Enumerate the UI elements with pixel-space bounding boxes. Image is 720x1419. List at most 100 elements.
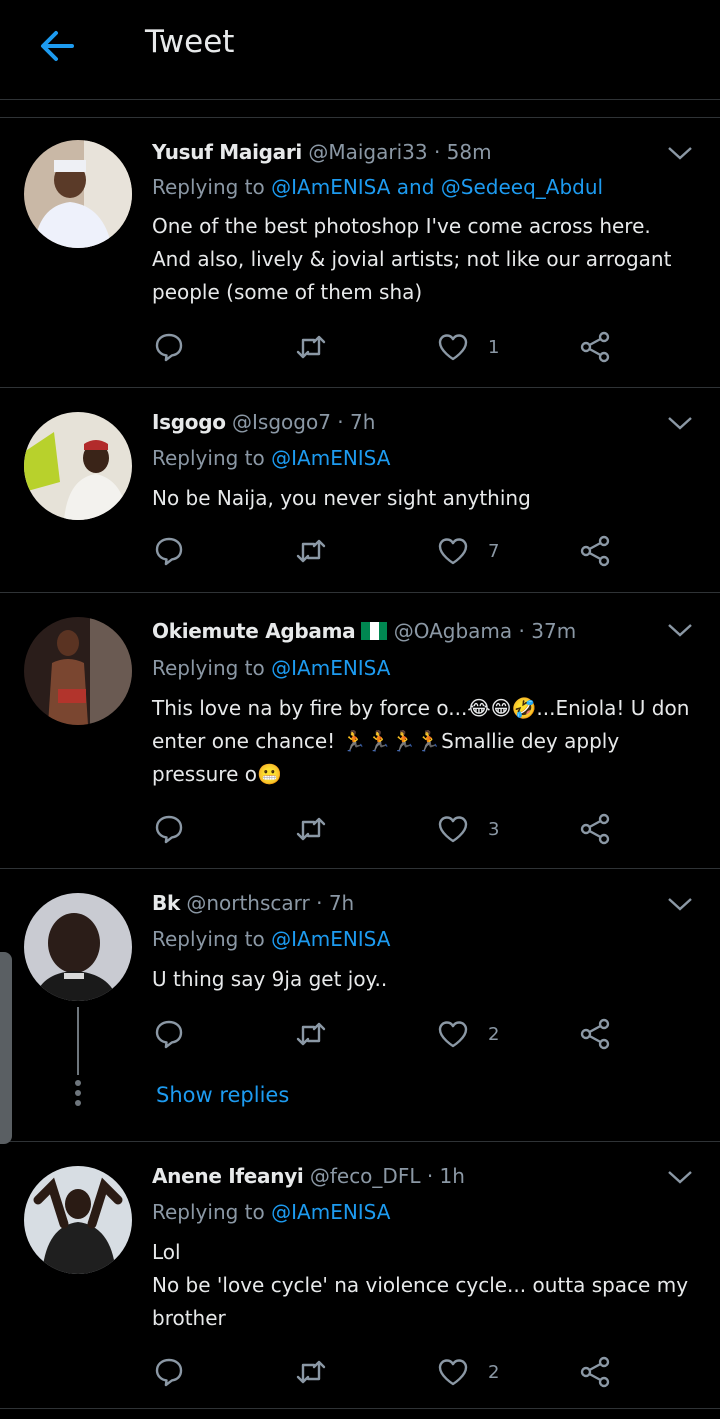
- reply-button[interactable]: [152, 812, 186, 846]
- action-bar: 7: [152, 534, 632, 568]
- timestamp: 58m: [446, 140, 492, 164]
- retweet-button[interactable]: [294, 534, 328, 568]
- chevron-down-icon[interactable]: [666, 895, 694, 913]
- author-handle[interactable]: @OAgbama: [394, 619, 512, 643]
- back-arrow-icon[interactable]: [36, 26, 76, 66]
- author-handle[interactable]: @northscarr: [186, 891, 309, 915]
- thread-dot: [75, 1100, 81, 1106]
- avatar[interactable]: [24, 140, 132, 248]
- separator-dot: ·: [426, 1164, 434, 1188]
- share-button[interactable]: [578, 534, 612, 568]
- retweet-button[interactable]: [294, 330, 328, 364]
- retweet-icon: [296, 539, 326, 563]
- avatar[interactable]: [24, 412, 132, 520]
- share-button[interactable]: [578, 1017, 612, 1051]
- reply-button[interactable]: [152, 1355, 186, 1389]
- reply-button[interactable]: [152, 330, 186, 364]
- like-count: 7: [488, 540, 500, 562]
- like-button[interactable]: 2: [436, 1017, 499, 1051]
- author-name[interactable]: Okiemute Agbama: [152, 619, 356, 643]
- retweet-icon: [296, 1022, 326, 1046]
- reply-button[interactable]: [152, 534, 186, 568]
- reply-icon: [155, 333, 183, 362]
- share-icon: [580, 1018, 610, 1050]
- mention-link[interactable]: @IAmENISA and @Sedeeq_Abdul: [271, 175, 603, 199]
- avatar[interactable]: [24, 1166, 132, 1274]
- share-icon: [580, 535, 610, 567]
- action-bar: 3: [152, 812, 632, 846]
- reply-button[interactable]: [152, 1017, 186, 1051]
- tweet-header: Anene Ifeanyi @feco_DFL · 1h: [152, 1164, 465, 1188]
- separator-dot: ·: [518, 619, 525, 643]
- thread-dot: [75, 1080, 81, 1086]
- like-button[interactable]: 1: [436, 330, 499, 364]
- action-bar: 2: [152, 1017, 632, 1051]
- show-replies-link[interactable]: Show replies: [156, 1083, 289, 1107]
- retweet-button[interactable]: [294, 812, 328, 846]
- author-name[interactable]: Yusuf Maigari: [152, 140, 302, 164]
- separator-dot: ·: [337, 410, 344, 434]
- like-button[interactable]: 3: [436, 812, 499, 846]
- tweet-text: One of the best photoshop I've come acro…: [152, 214, 672, 304]
- share-icon: [580, 1356, 610, 1388]
- chevron-down-icon[interactable]: [666, 1168, 694, 1186]
- share-button[interactable]: [578, 1355, 612, 1389]
- chevron-down-icon[interactable]: [666, 414, 694, 432]
- author-handle[interactable]: @feco_DFL: [310, 1164, 421, 1188]
- like-count: 2: [488, 1023, 500, 1045]
- chevron-down-icon[interactable]: [666, 621, 694, 639]
- author-handle[interactable]: @Maigari33: [308, 140, 427, 164]
- retweet-button[interactable]: [294, 1017, 328, 1051]
- like-icon: [438, 334, 468, 361]
- scrollbar-thumb[interactable]: [0, 952, 12, 1144]
- avatar[interactable]: [24, 893, 132, 1001]
- like-count: 3: [488, 818, 500, 840]
- reply-tweet[interactable]: Isgogo @Isgogo7 · 7h Replying to @IAmENI…: [0, 388, 720, 592]
- mention-link[interactable]: @IAmENISA: [271, 446, 390, 470]
- chevron-down-icon[interactable]: [666, 144, 694, 162]
- timestamp: 7h: [350, 410, 376, 434]
- author-name[interactable]: Bk: [152, 891, 180, 915]
- author-name[interactable]: Anene Ifeanyi: [152, 1164, 304, 1188]
- divider: [0, 1408, 720, 1409]
- like-button[interactable]: 7: [436, 534, 499, 568]
- share-button[interactable]: [578, 330, 612, 364]
- retweet-icon: [296, 335, 326, 359]
- like-button[interactable]: 2: [436, 1355, 499, 1389]
- reply-tweet[interactable]: Yusuf Maigari @Maigari33 · 58m Replying …: [0, 118, 720, 387]
- action-bar: 1: [152, 330, 632, 364]
- replying-label: Replying to: [152, 656, 265, 680]
- tweet-header: Yusuf Maigari @Maigari33 · 58m: [152, 140, 492, 164]
- mention-link[interactable]: @IAmENISA: [271, 927, 390, 951]
- replying-label: Replying to: [152, 175, 265, 199]
- replying-to: Replying to @IAmENISA: [152, 927, 390, 951]
- replying-to: Replying to @IAmENISA: [152, 446, 390, 470]
- timestamp: 7h: [328, 891, 355, 915]
- share-icon: [580, 813, 610, 845]
- mention-link[interactable]: @IAmENISA: [271, 1200, 390, 1224]
- timestamp: 1h: [439, 1164, 465, 1188]
- tweet-text: No be Naija, you never sight anything: [152, 486, 531, 510]
- author-name[interactable]: Isgogo: [152, 410, 226, 434]
- tweet-text: This love na by fire by force o...😂😁🤣...…: [152, 696, 690, 786]
- tweet-header: Okiemute Agbama @OAgbama · 37m: [152, 619, 576, 643]
- tweet-text: U thing say 9ja get joy..: [152, 967, 388, 991]
- share-button[interactable]: [578, 812, 612, 846]
- like-icon: [438, 1021, 468, 1048]
- retweet-button[interactable]: [294, 1355, 328, 1389]
- thread-dot: [75, 1090, 81, 1096]
- tweet-text: Lol No be 'love cycle' na violence cycle…: [152, 1240, 689, 1330]
- author-handle[interactable]: @Isgogo7: [232, 410, 331, 434]
- page-title: Tweet: [145, 24, 235, 60]
- reply-icon: [155, 1358, 183, 1387]
- reply-tweet[interactable]: Okiemute Agbama @OAgbama · 37m Replying …: [0, 593, 720, 868]
- like-count: 1: [488, 336, 500, 358]
- mention-link[interactable]: @IAmENISA: [271, 656, 390, 680]
- replying-label: Replying to: [152, 927, 265, 951]
- timestamp: 37m: [531, 619, 577, 643]
- reply-tweet[interactable]: Bk @northscarr · 7h Replying to @IAmENIS…: [0, 869, 720, 1141]
- like-count: 2: [488, 1361, 500, 1383]
- avatar[interactable]: [24, 617, 132, 725]
- reply-tweet[interactable]: Anene Ifeanyi @feco_DFL · 1h Replying to…: [0, 1142, 720, 1408]
- separator-dot: ·: [433, 140, 441, 164]
